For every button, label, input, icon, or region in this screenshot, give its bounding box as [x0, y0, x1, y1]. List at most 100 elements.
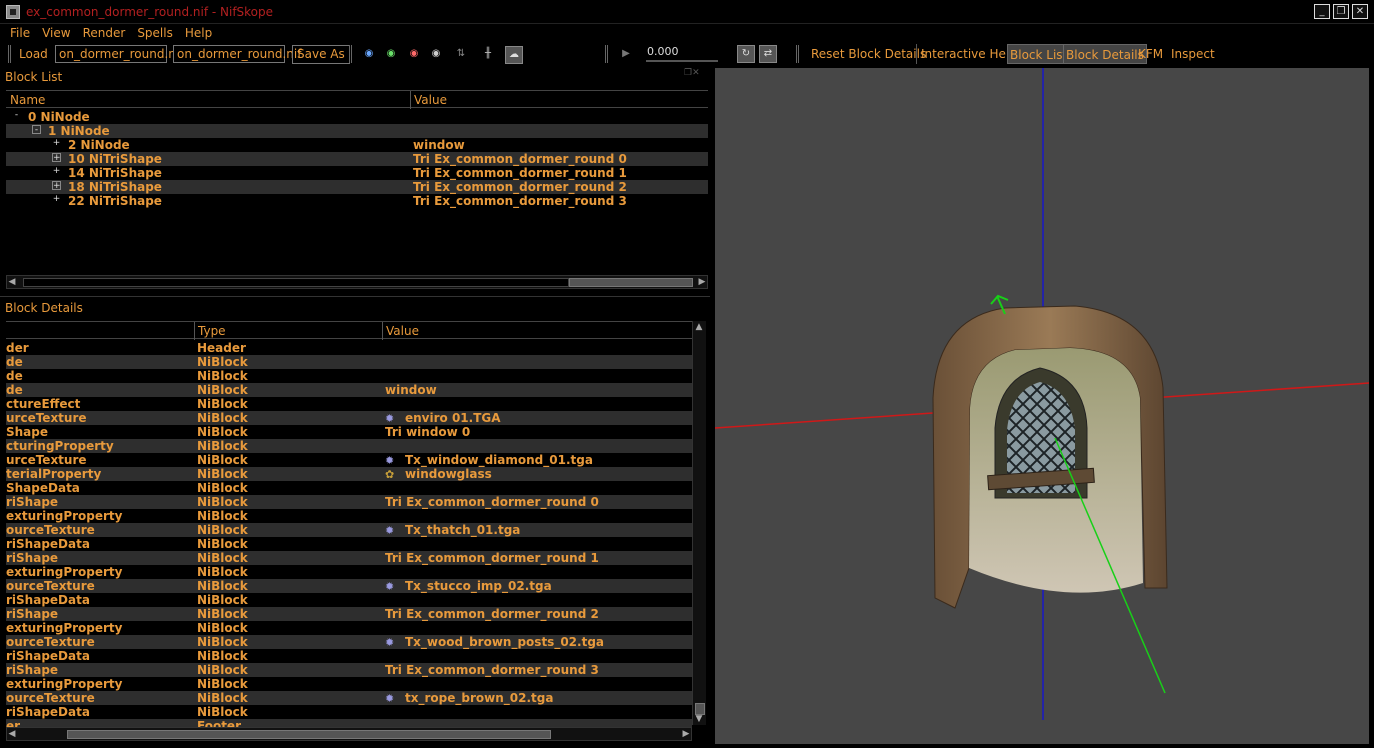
- inspect-toggle[interactable]: Inspect: [1167, 44, 1219, 64]
- block-details-row[interactable]: ctureEffect NiBlock: [6, 397, 692, 411]
- scroll-right-icon[interactable]: ▶: [681, 728, 691, 741]
- block-list-row[interactable]: -0 NiNode: [6, 110, 708, 124]
- block-list-row[interactable]: +2 NiNode window: [6, 138, 708, 152]
- block-details-row[interactable]: riShape NiBlock Tri Ex_common_dormer_round…: [6, 663, 692, 677]
- render-viewport[interactable]: [715, 68, 1369, 744]
- texture-icon: ✹: [385, 636, 395, 649]
- load-file-field[interactable]: on_dormer_round.nif: [55, 45, 183, 63]
- column-header-value[interactable]: Value: [386, 324, 419, 338]
- expand-icon[interactable]: +: [52, 195, 61, 204]
- block-details-row[interactable]: ourceTexture NiBlock ✹ tx_rope_brown_02.tga: [6, 691, 692, 705]
- block-list-row[interactable]: +10 NiTriShape Tri Ex_common_dormer_round…: [6, 152, 708, 166]
- block-details-row[interactable]: ourceTexture NiBlock ✹ Tx_stucco_imp_02.tga: [6, 579, 692, 593]
- block-details-row[interactable]: riShape NiBlock Tri Ex_common_dormer_round…: [6, 607, 692, 621]
- block-list-row[interactable]: +22 NiTriShape Tri Ex_common_dormer_round…: [6, 194, 708, 208]
- expand-icon[interactable]: +: [52, 181, 61, 191]
- flip-icon[interactable]: ⇅: [453, 46, 469, 62]
- scroll-thumb[interactable]: [67, 730, 551, 739]
- scroll-left-icon[interactable]: ◀: [7, 728, 17, 741]
- scroll-track[interactable]: [23, 278, 569, 287]
- block-details-hscrollbar[interactable]: ◀ ▶: [6, 727, 692, 741]
- column-header-value[interactable]: Value: [414, 93, 447, 107]
- save-file-field[interactable]: on_dormer_round.nif: [173, 45, 301, 63]
- dock-float-icon[interactable]: ❐✕: [684, 68, 700, 78]
- detail-name: exturingProperty: [6, 621, 123, 635]
- restore-icon[interactable]: ❐: [1333, 4, 1349, 19]
- block-details-row[interactable]: exturingProperty NiBlock: [6, 677, 692, 691]
- walk-mode-icon[interactable]: ☁: [505, 46, 523, 64]
- view-side-icon[interactable]: ◉: [406, 46, 422, 62]
- block-details-row[interactable]: ourceTexture NiBlock ✹ Tx_thatch_01.tga: [6, 523, 692, 537]
- column-header-type[interactable]: Type: [198, 324, 226, 338]
- block-details-row[interactable]: ourceTexture NiBlock ✹ Tx_wood_brown_posts_…: [6, 635, 692, 649]
- expand-icon[interactable]: +: [52, 139, 61, 148]
- column-separator[interactable]: [382, 322, 383, 340]
- menu-file[interactable]: File: [10, 24, 30, 42]
- menu-help[interactable]: Help: [185, 24, 212, 42]
- menu-render[interactable]: Render: [83, 24, 126, 42]
- column-separator[interactable]: [410, 91, 411, 109]
- block-details-row[interactable]: terialProperty NiBlock ✿ windowglass: [6, 467, 692, 481]
- load-button[interactable]: Load: [15, 44, 52, 64]
- block-details-row[interactable]: riShape NiBlock Tri Ex_common_dormer_round…: [6, 551, 692, 565]
- block-details-row[interactable]: exturingProperty NiBlock: [6, 621, 692, 635]
- app-icon[interactable]: [6, 5, 20, 19]
- collapse-icon[interactable]: -: [32, 125, 41, 135]
- block-details-row[interactable]: de NiBlock: [6, 369, 692, 383]
- menu-view[interactable]: View: [42, 24, 70, 42]
- block-details-row[interactable]: urceTexture NiBlock ✹ Tx_window_diamond_01.…: [6, 453, 692, 467]
- loop-icon[interactable]: ↻: [737, 45, 755, 63]
- block-list-row[interactable]: -1 NiNode: [6, 124, 708, 138]
- column-header-name[interactable]: Name: [10, 93, 45, 107]
- minimize-icon[interactable]: _: [1314, 4, 1330, 19]
- scene-render[interactable]: [715, 68, 1369, 744]
- kfm-toggle[interactable]: KFM: [1134, 44, 1167, 64]
- expand-icon[interactable]: +: [52, 153, 61, 163]
- block-details-row[interactable]: urceTexture NiBlock ✹ enviro 01.TGA: [6, 411, 692, 425]
- scroll-left-icon[interactable]: ◀: [7, 276, 17, 289]
- block-list-toggle[interactable]: Block List: [1007, 44, 1071, 64]
- perspective-icon[interactable]: ╫: [480, 46, 496, 62]
- block-details-row[interactable]: riShapeData NiBlock: [6, 593, 692, 607]
- block-details-row[interactable]: de NiBlock: [6, 355, 692, 369]
- toolbar-grip[interactable]: [8, 45, 11, 63]
- block-details-row[interactable]: cturingProperty NiBlock: [6, 439, 692, 453]
- toolbar-grip[interactable]: [796, 45, 799, 63]
- reset-block-details-button[interactable]: Reset Block Details: [807, 44, 930, 64]
- toolbar-grip[interactable]: [605, 45, 608, 63]
- scroll-right-icon[interactable]: ▶: [697, 276, 707, 289]
- view-user-icon[interactable]: ◉: [428, 46, 444, 62]
- panel-divider[interactable]: [0, 296, 710, 297]
- switch-anim-icon[interactable]: ⇄: [759, 45, 777, 63]
- collapse-icon[interactable]: -: [12, 111, 21, 120]
- interactive-help-button[interactable]: Interactive Help: [916, 44, 1021, 64]
- scroll-thumb[interactable]: [569, 278, 693, 287]
- block-details-row[interactable]: exturingProperty NiBlock: [6, 565, 692, 579]
- block-details-vscrollbar[interactable]: ▲ ▼: [692, 321, 706, 725]
- block-details-row[interactable]: riShapeData NiBlock: [6, 537, 692, 551]
- block-list-row[interactable]: +14 NiTriShape Tri Ex_common_dormer_round…: [6, 166, 708, 180]
- block-value: Tri Ex_common_dormer_round 0: [413, 152, 627, 166]
- column-separator[interactable]: [194, 322, 195, 340]
- animation-slider[interactable]: [646, 60, 718, 62]
- block-details-row[interactable]: riShapeData NiBlock: [6, 705, 692, 719]
- block-list-hscrollbar[interactable]: ◀ ▶: [6, 275, 708, 289]
- block-details-row[interactable]: riShape NiBlock Tri Ex_common_dormer_round…: [6, 495, 692, 509]
- block-list-row[interactable]: +18 NiTriShape Tri Ex_common_dormer_round…: [6, 180, 708, 194]
- scroll-up-icon[interactable]: ▲: [694, 321, 704, 334]
- block-details-row[interactable]: ShapeData NiBlock: [6, 481, 692, 495]
- close-icon[interactable]: ✕: [1352, 4, 1368, 19]
- scroll-down-icon[interactable]: ▼: [694, 713, 704, 726]
- block-details-row[interactable]: der Header: [6, 341, 692, 355]
- block-details-row[interactable]: exturingProperty NiBlock: [6, 509, 692, 523]
- block-details-row[interactable]: de NiBlock window: [6, 383, 692, 397]
- toolbar-grip[interactable]: [349, 45, 352, 63]
- play-icon[interactable]: ▶: [618, 46, 634, 62]
- block-details-row[interactable]: Shape NiBlock Tri window 0: [6, 425, 692, 439]
- view-front-icon[interactable]: ◉: [383, 46, 399, 62]
- menu-spells[interactable]: Spells: [137, 24, 173, 42]
- save-as-button[interactable]: Save As: [292, 45, 350, 64]
- view-top-icon[interactable]: ◉: [361, 46, 377, 62]
- expand-icon[interactable]: +: [52, 167, 61, 176]
- block-details-row[interactable]: riShapeData NiBlock: [6, 649, 692, 663]
